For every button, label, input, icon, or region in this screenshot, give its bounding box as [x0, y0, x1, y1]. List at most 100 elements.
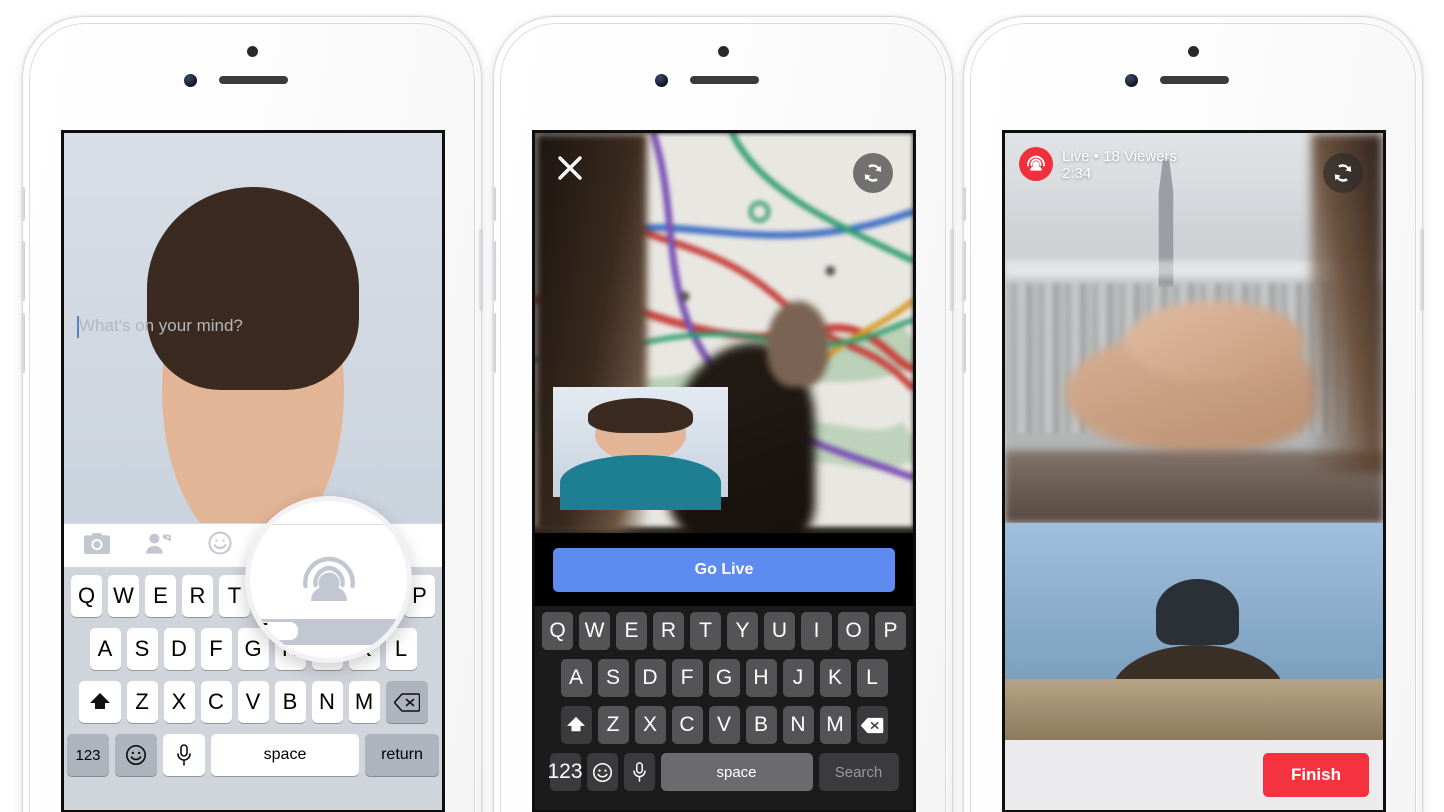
key-x[interactable]: X	[163, 681, 195, 723]
mute-switch[interactable]	[962, 187, 966, 221]
status-input[interactable]: What's on your mind?	[64, 304, 442, 338]
search-key[interactable]: Search	[818, 753, 899, 791]
key-g[interactable]: G	[708, 659, 740, 697]
smiley-icon[interactable]	[208, 531, 232, 560]
key-o[interactable]: O	[838, 612, 869, 650]
tag-person-icon[interactable]	[146, 533, 172, 559]
key-u[interactable]: U	[764, 612, 795, 650]
magnifier-loupe: T O	[245, 496, 412, 663]
earpiece-speaker	[690, 76, 759, 84]
key-q[interactable]: Q	[71, 575, 102, 617]
key-y[interactable]: Y	[727, 612, 758, 650]
proximity-sensor	[1188, 46, 1199, 57]
flip-camera-icon[interactable]	[853, 153, 893, 193]
volume-down-button[interactable]	[492, 313, 496, 373]
return-key[interactable]: return	[365, 734, 439, 776]
space-key[interactable]: space	[660, 753, 813, 791]
mute-switch[interactable]	[492, 187, 496, 221]
broadcast-footer: Finish	[1005, 740, 1383, 810]
live-timer: 2:34	[1062, 165, 1092, 182]
key-n[interactable]: N	[782, 706, 814, 744]
microphone-icon[interactable]	[163, 734, 205, 776]
key-k[interactable]: K	[819, 659, 851, 697]
keyboard-row-1: Q W E R T Y U I O P	[538, 612, 910, 650]
live-viewers-label: Live • 18 Viewers	[1062, 148, 1178, 165]
backspace-icon[interactable]	[856, 706, 888, 744]
key-h[interactable]: H	[745, 659, 777, 697]
live-status: Live • 18 Viewers 2:34	[1019, 147, 1177, 182]
phone-mockup-composer: ••••• 1:20 PM 100% Cancel Update Status …	[21, 16, 483, 812]
key-z[interactable]: Z	[597, 706, 629, 744]
key-i[interactable]: I	[801, 612, 832, 650]
key-r[interactable]: R	[653, 612, 684, 650]
phone1-screen: ••••• 1:20 PM 100% Cancel Update Status …	[61, 130, 445, 812]
live-broadcast-icon	[1019, 147, 1053, 181]
camera-icon[interactable]	[84, 532, 110, 559]
volume-down-button[interactable]	[21, 313, 25, 373]
shift-icon[interactable]	[560, 706, 592, 744]
numbers-key[interactable]: 123	[547, 753, 583, 791]
go-live-button[interactable]: Go Live	[553, 547, 895, 592]
volume-up-button[interactable]	[962, 241, 966, 301]
key-b[interactable]: B	[745, 706, 777, 744]
key-p[interactable]: P	[875, 612, 906, 650]
proximity-sensor	[718, 46, 729, 57]
power-button[interactable]	[479, 229, 483, 311]
key-c[interactable]: C	[671, 706, 703, 744]
key-z[interactable]: Z	[126, 681, 158, 723]
volume-up-button[interactable]	[492, 241, 496, 301]
backspace-icon[interactable]	[385, 681, 428, 723]
finish-button[interactable]: Finish	[1262, 753, 1369, 797]
microphone-icon[interactable]	[623, 753, 655, 791]
space-key[interactable]: space	[211, 734, 359, 776]
key-b[interactable]: B	[274, 681, 306, 723]
emoji-icon[interactable]	[586, 753, 618, 791]
status-placeholder: What's on your mind?	[79, 316, 243, 335]
key-m[interactable]: M	[819, 706, 851, 744]
key-f[interactable]: F	[200, 628, 232, 670]
mute-switch[interactable]	[21, 187, 25, 221]
key-t[interactable]: T	[690, 612, 721, 650]
live-video-icon[interactable]	[299, 553, 359, 616]
close-icon[interactable]	[557, 155, 583, 186]
comments-list[interactable]: Dave Capra This looks like so much fun! …	[1005, 523, 1383, 740]
key-a[interactable]: A	[89, 628, 121, 670]
key-f[interactable]: F	[671, 659, 703, 697]
phone-mockup-live-broadcast: Live • 18 Viewers 2:34 Finish	[962, 16, 1424, 812]
key-d[interactable]: D	[163, 628, 195, 670]
key-m[interactable]: M	[348, 681, 380, 723]
key-v[interactable]: V	[708, 706, 740, 744]
broadcast-user: Alex Cornell	[553, 387, 729, 511]
key-e[interactable]: E	[616, 612, 647, 650]
flip-camera-icon[interactable]	[1323, 153, 1363, 193]
key-s[interactable]: S	[597, 659, 629, 697]
key-v[interactable]: V	[237, 681, 269, 723]
key-d[interactable]: D	[634, 659, 666, 697]
keyboard-dark[interactable]: Q W E R T Y U I O P A S D F G H J K L Z …	[535, 606, 913, 810]
shift-icon[interactable]	[78, 681, 121, 723]
emoji-icon[interactable]	[115, 734, 157, 776]
front-camera	[1125, 74, 1138, 87]
key-q[interactable]: Q	[542, 612, 573, 650]
key-x[interactable]: X	[634, 706, 666, 744]
power-button[interactable]	[950, 229, 954, 311]
key-l[interactable]: L	[856, 659, 888, 697]
key-w[interactable]: W	[108, 575, 139, 617]
keyboard-row-3: Z X C V B N M	[538, 706, 910, 744]
power-button[interactable]	[1420, 229, 1424, 311]
phone3-screen: Live • 18 Viewers 2:34 Finish	[1002, 130, 1386, 812]
avatar	[64, 133, 442, 810]
key-c[interactable]: C	[200, 681, 232, 723]
volume-down-button[interactable]	[962, 313, 966, 373]
volume-up-button[interactable]	[21, 241, 25, 301]
key-n[interactable]: N	[311, 681, 343, 723]
key-e[interactable]: E	[145, 575, 176, 617]
key-a[interactable]: A	[560, 659, 592, 697]
numbers-key[interactable]: 123	[67, 734, 109, 776]
key-j[interactable]: J	[782, 659, 814, 697]
key-r[interactable]: R	[182, 575, 213, 617]
key-w[interactable]: W	[579, 612, 610, 650]
screenshot-root: ••••• 1:20 PM 100% Cancel Update Status …	[0, 0, 1444, 812]
loupe-letter-t: T	[252, 617, 268, 647]
key-s[interactable]: S	[126, 628, 158, 670]
